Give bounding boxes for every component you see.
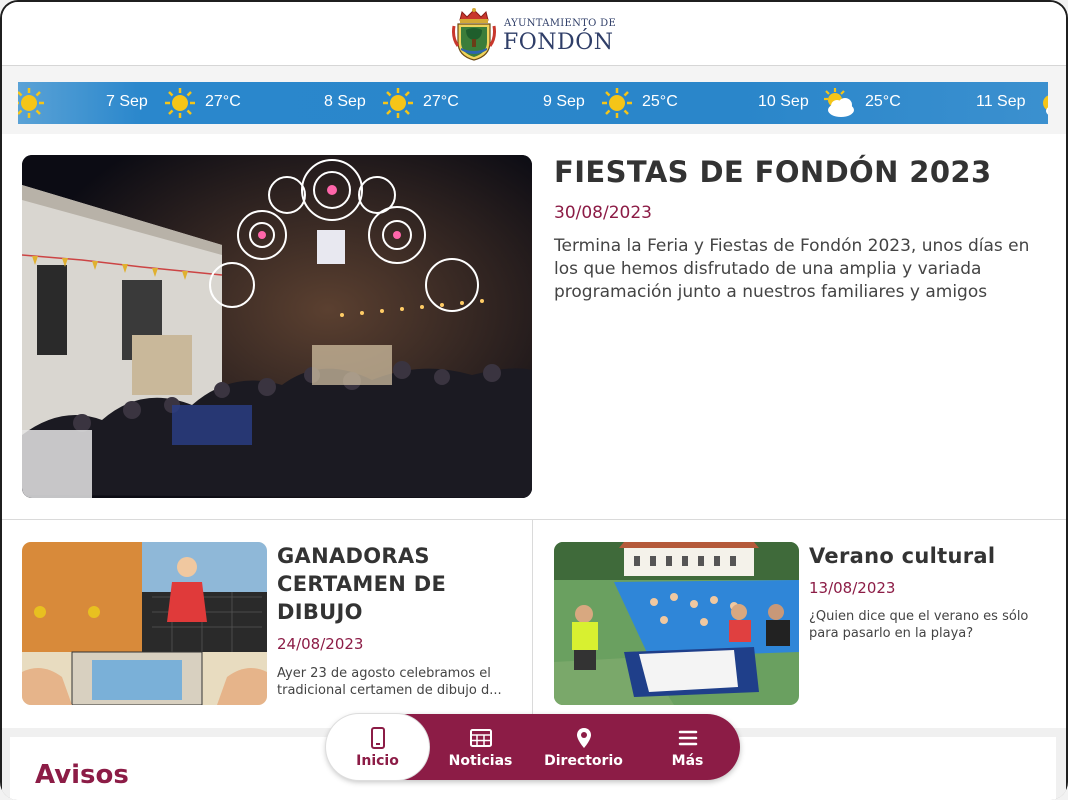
nav-label: Más: [671, 753, 704, 769]
sun-icon: [1043, 95, 1048, 115]
fiesta-photo: [22, 155, 532, 498]
logo-title: FONDÓN: [503, 30, 614, 55]
news-card-summary-verano: ¿Quien dice que el verano es sólo para p…: [809, 609, 1029, 641]
newspaper-icon: [470, 729, 492, 747]
nav-noticias[interactable]: Noticias: [429, 714, 532, 780]
news-card-date-drawing: 24/08/2023: [277, 635, 364, 653]
nav-label: Inicio: [356, 753, 399, 769]
nav-label: Directorio: [544, 753, 623, 769]
news-card-title-drawing[interactable]: GANADORAS CERTAMEN DE DIBUJO: [277, 542, 517, 626]
coat-of-arms-icon: [452, 8, 496, 61]
partly-cloudy-icon: [824, 88, 854, 117]
weather-day-11sep[interactable]: 11 Sep: [976, 82, 1048, 124]
avisos-section-title: Avisos: [35, 760, 129, 790]
news-card-image-verano[interactable]: [554, 542, 799, 705]
weather-temp: 25°C: [642, 93, 678, 110]
featured-news-image[interactable]: [22, 155, 532, 498]
children-drawing-photo: [22, 542, 267, 705]
sun-icon: [165, 88, 195, 118]
nav-inicio[interactable]: Inicio: [326, 714, 429, 780]
sun-icon: [602, 88, 632, 118]
card-divider: [532, 520, 533, 730]
logo-subtitle: AYUNTAMIENTO DE: [504, 18, 617, 29]
sun-icon: [383, 88, 413, 118]
nav-label: Noticias: [448, 753, 513, 769]
weather-forecast-strip[interactable]: 7 Sep 27°C 8 Sep 27°C 9 Sep 25°C 10 Sep …: [18, 82, 1048, 124]
menu-icon: [678, 730, 698, 746]
weather-day-8sep[interactable]: 8 Sep 27°C: [324, 82, 474, 124]
weather-date: 9 Sep: [543, 93, 585, 110]
weather-day-7sep[interactable]: 7 Sep 27°C: [106, 82, 256, 124]
municipality-logo[interactable]: AYUNTAMIENTO DE FONDÓN: [452, 6, 622, 62]
weather-date: 8 Sep: [324, 93, 366, 110]
weather-date: 7 Sep: [106, 93, 148, 110]
app-frame: AYUNTAMIENTO DE FONDÓN 7 Sep 27°C 8 Sep …: [0, 0, 1068, 800]
location-pin-icon: [577, 728, 591, 748]
weather-temp: 27°C: [423, 93, 459, 110]
weather-temp: 27°C: [205, 93, 241, 110]
weather-date: 10 Sep: [758, 93, 809, 110]
app-header: AYUNTAMIENTO DE FONDÓN: [2, 2, 1066, 66]
news-card-image-drawing[interactable]: [22, 542, 267, 705]
news-card-date-verano: 13/08/2023: [809, 579, 896, 597]
weather-date: 11 Sep: [976, 93, 1026, 110]
featured-news-date: 30/08/2023: [554, 203, 652, 223]
weather-temp: 25°C: [865, 93, 901, 110]
news-card-summary-drawing: Ayer 23 de agosto celebramos el tradicio…: [277, 666, 502, 698]
news-card-title-verano[interactable]: Verano cultural: [809, 542, 1049, 570]
featured-news-summary: Termina la Feria y Fiestas de Fondón 202…: [554, 236, 1030, 302]
nav-mas[interactable]: Más: [636, 714, 739, 780]
sun-icon: [18, 88, 44, 118]
weather-day-10sep[interactable]: 10 Sep 25°C: [758, 82, 918, 124]
swimming-pool-photo: [554, 542, 799, 705]
featured-news-title[interactable]: FIESTAS DE FONDÓN 2023: [554, 155, 1054, 189]
bottom-navigation: Inicio Noticias Directorio Más: [326, 714, 740, 780]
section-divider: [2, 519, 1066, 520]
weather-day-9sep[interactable]: 9 Sep 25°C: [543, 82, 693, 124]
nav-directorio[interactable]: Directorio: [532, 714, 635, 780]
phone-icon: [371, 727, 385, 749]
